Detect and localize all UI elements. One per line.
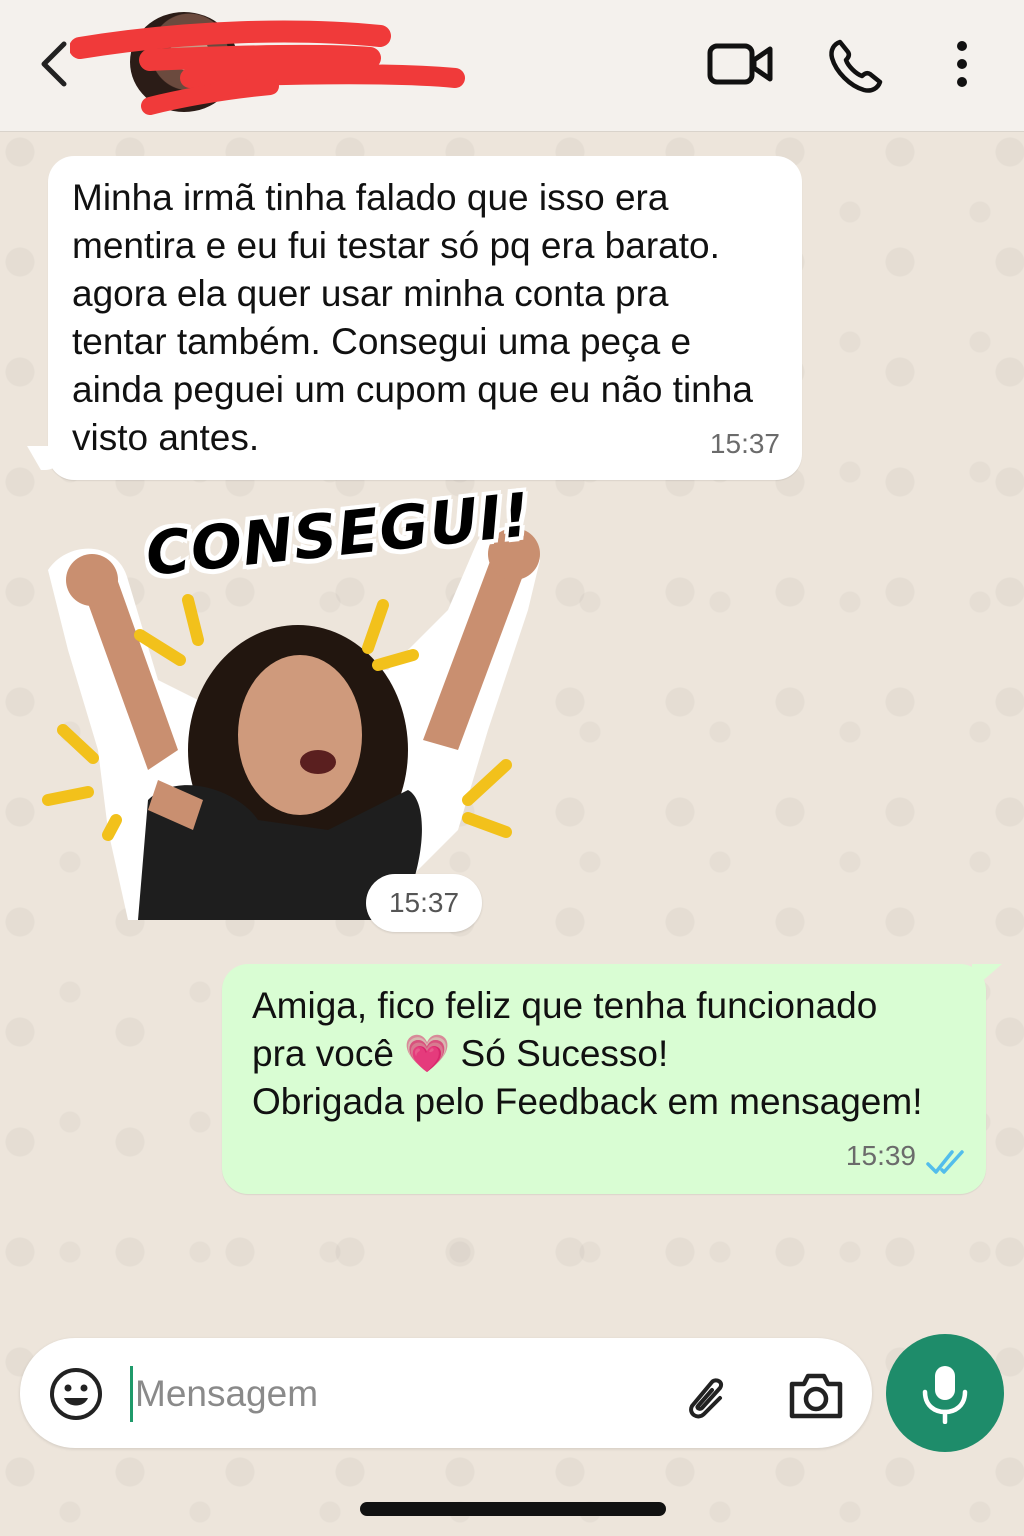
redaction-scribble bbox=[70, 20, 465, 115]
message-time: 15:37 bbox=[709, 428, 780, 459]
message-composer bbox=[20, 1338, 872, 1448]
outgoing-message-bubble[interactable]: Amiga, fico feliz que tenha funcionado p… bbox=[222, 964, 986, 1194]
microphone-button[interactable] bbox=[886, 1334, 1004, 1452]
message-text: Amiga, fico feliz que tenha funcionado p… bbox=[252, 985, 923, 1122]
message-text: Minha irmã tinha falado que isso era men… bbox=[72, 177, 753, 458]
camera-icon[interactable] bbox=[786, 1368, 846, 1424]
phone-call-icon[interactable] bbox=[826, 36, 886, 96]
read-ticks-icon bbox=[926, 1150, 964, 1174]
emoji-icon[interactable] bbox=[48, 1366, 104, 1422]
back-chevron-icon[interactable] bbox=[30, 36, 80, 92]
video-call-icon[interactable] bbox=[706, 36, 774, 92]
incoming-message-bubble[interactable]: Minha irmã tinha falado que isso era men… bbox=[48, 156, 802, 480]
contact-avatar[interactable] bbox=[130, 12, 238, 112]
more-options-icon[interactable] bbox=[944, 36, 980, 92]
chat-header bbox=[0, 0, 1024, 132]
home-indicator bbox=[360, 1502, 666, 1516]
sticker-time: 15:37 bbox=[366, 874, 482, 932]
microphone-icon bbox=[922, 1366, 968, 1424]
message-time: 15:39 bbox=[845, 1140, 916, 1171]
paperclip-icon[interactable] bbox=[680, 1368, 736, 1424]
message-input[interactable] bbox=[130, 1366, 650, 1422]
